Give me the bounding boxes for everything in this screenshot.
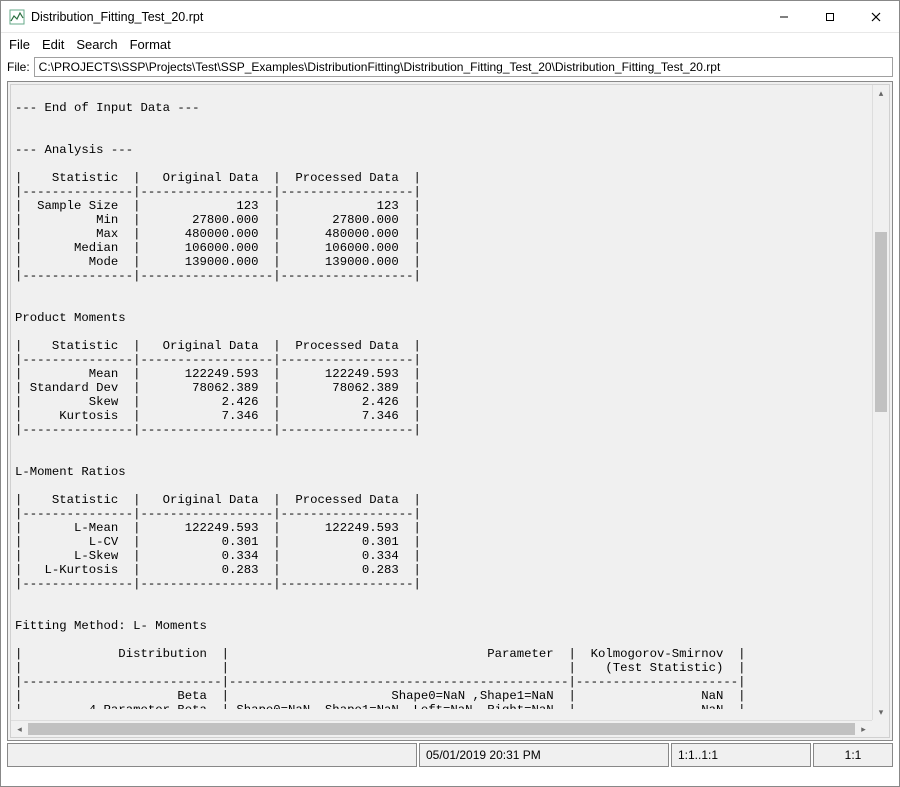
status-position: 1:1..1:1 xyxy=(671,743,811,767)
titlebar: Distribution_Fitting_Test_20.rpt xyxy=(1,1,899,33)
menu-format[interactable]: Format xyxy=(126,35,179,54)
scroll-down-icon[interactable]: ▾ xyxy=(873,704,889,721)
maximize-button[interactable] xyxy=(807,2,853,32)
window-title: Distribution_Fitting_Test_20.rpt xyxy=(31,10,761,24)
scroll-up-icon[interactable]: ▴ xyxy=(873,85,889,102)
app-icon xyxy=(9,9,25,25)
window-controls xyxy=(761,2,899,32)
vscroll-thumb[interactable] xyxy=(875,232,887,412)
status-cursor: 1:1 xyxy=(813,743,893,767)
status-datetime: 05/01/2019 20:31 PM xyxy=(419,743,669,767)
status-message xyxy=(7,743,417,767)
file-path-input[interactable] xyxy=(34,57,893,77)
content-inner: --- End of Input Data --- --- Analysis -… xyxy=(10,84,890,738)
close-button[interactable] xyxy=(853,2,899,32)
menu-file[interactable]: File xyxy=(5,35,38,54)
horizontal-scrollbar[interactable]: ◂ ▸ xyxy=(11,720,872,737)
scroll-left-icon[interactable]: ◂ xyxy=(11,721,28,737)
hscroll-thumb[interactable] xyxy=(28,723,855,735)
file-path-row: File: xyxy=(1,55,899,81)
content-frame: --- End of Input Data --- --- Analysis -… xyxy=(7,81,893,741)
file-label: File: xyxy=(7,60,30,74)
menu-edit[interactable]: Edit xyxy=(38,35,72,54)
scroll-corner xyxy=(872,720,889,737)
report-text[interactable]: --- End of Input Data --- --- Analysis -… xyxy=(11,97,873,708)
scroll-right-icon[interactable]: ▸ xyxy=(855,721,872,737)
menu-search[interactable]: Search xyxy=(72,35,125,54)
menubar: File Edit Search Format xyxy=(1,33,899,55)
vscroll-track[interactable] xyxy=(873,102,889,704)
minimize-button[interactable] xyxy=(761,2,807,32)
vertical-scrollbar[interactable]: ▴ ▾ xyxy=(872,85,889,721)
statusbar: 05/01/2019 20:31 PM 1:1..1:1 1:1 xyxy=(7,743,893,767)
